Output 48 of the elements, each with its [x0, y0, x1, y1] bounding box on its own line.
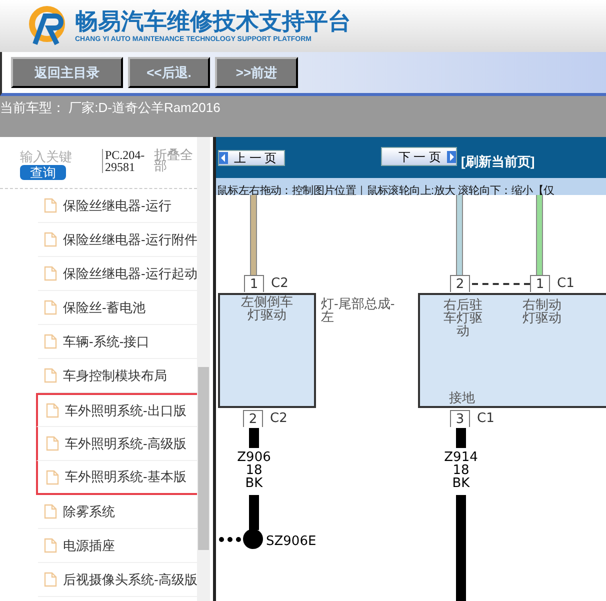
document-icon	[46, 403, 59, 418]
assembly-label: 灯-尾部总成-左	[321, 297, 396, 323]
pin-number: 1	[530, 275, 550, 292]
document-icon	[44, 504, 57, 519]
document-icon	[46, 470, 59, 484]
site-title: 畅易汽车维修技术支持平台	[75, 8, 351, 34]
wire	[249, 495, 259, 530]
right-arrow-icon	[447, 150, 456, 162]
pin-number: 3	[450, 410, 470, 427]
left-arrow-icon	[219, 152, 228, 164]
wire-label: Z906	[237, 451, 271, 464]
search-field[interactable]: 输入关键	[20, 149, 100, 165]
refresh-link[interactable]: [刷新当前页]	[461, 152, 535, 172]
previous-page-button[interactable]: 上 一 页	[218, 150, 285, 166]
document-icon	[44, 334, 57, 349]
document-icon	[44, 538, 57, 553]
document-code: PC.204-29581	[102, 149, 150, 173]
document-icon	[44, 198, 57, 213]
component-label: 右制动灯驱动	[522, 298, 562, 324]
wire-label: 18	[452, 464, 470, 477]
scrollbar-thumb[interactable]	[198, 367, 209, 550]
wire-label: BK	[452, 477, 470, 490]
connector-label: C1	[477, 410, 494, 427]
wire-label: 18	[246, 464, 262, 477]
document-icon	[44, 368, 57, 383]
document-icon	[46, 436, 59, 451]
document-icon	[44, 300, 57, 315]
document-icon	[44, 266, 57, 281]
connector-label: C1	[557, 275, 574, 292]
wire	[456, 428, 466, 448]
vehicle-info: 当前车型： 厂家:D-道奇公羊Ram2016	[0, 100, 220, 115]
wire	[249, 428, 259, 448]
wire-label: BK	[245, 477, 263, 490]
pin-number: 1	[244, 275, 264, 292]
connector-label: C2	[271, 275, 288, 292]
component-label: 左侧倒车灯驱动	[240, 295, 294, 324]
wire-label: Z914	[444, 451, 478, 464]
component-label: 右后驻车灯驱动	[442, 298, 484, 337]
next-page-button[interactable]: 下 一 页	[381, 147, 457, 166]
pin-number: 2	[243, 410, 263, 427]
connector-label: C2	[270, 410, 288, 427]
dashed-line	[472, 283, 530, 285]
document-icon	[44, 232, 57, 247]
splice-label: SZ906E	[266, 533, 316, 551]
document-icon	[44, 572, 57, 587]
search-button[interactable]: 查询	[20, 165, 66, 180]
ground-label: 接地	[449, 391, 475, 404]
pin-number: 2	[450, 275, 470, 292]
